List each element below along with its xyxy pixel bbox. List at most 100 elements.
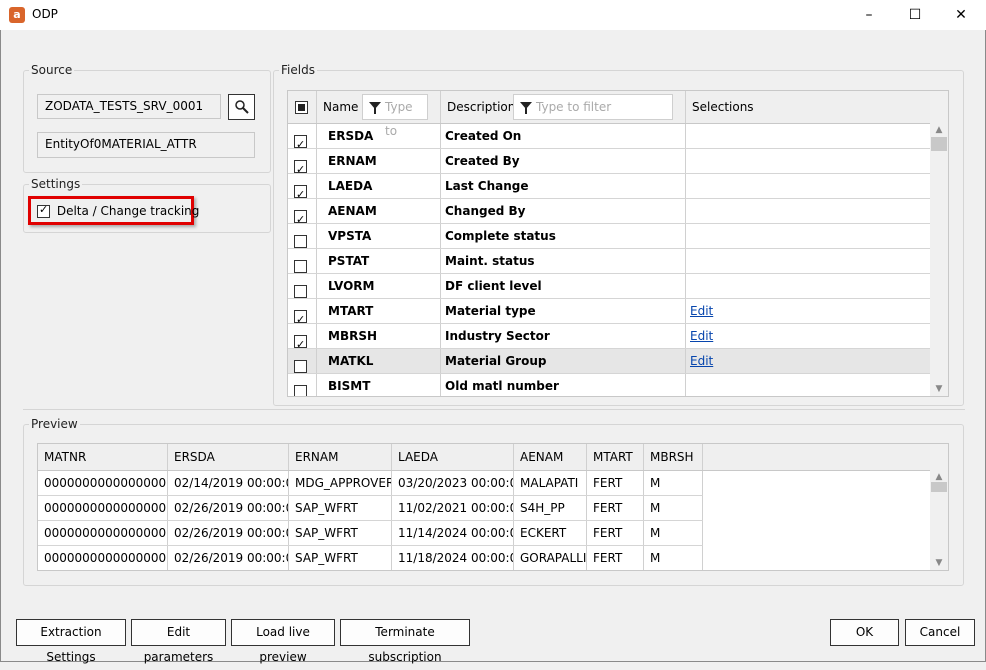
preview-cell: MDG_APPROVER	[289, 471, 392, 495]
field-description: Material Group	[441, 349, 686, 373]
preview-cell: 02/26/2019 00:00:00	[168, 546, 289, 570]
field-row[interactable]: MATKL Material Group Edit	[288, 349, 932, 374]
delta-tracking-checkbox[interactable]: Delta / Change tracking	[37, 203, 200, 218]
field-description: Changed By	[441, 199, 686, 223]
title-bar: a ODP – ☐ ✕	[0, 0, 986, 30]
maximize-button[interactable]: ☐	[892, 0, 938, 30]
field-description: Material type	[441, 299, 686, 323]
preview-column-header[interactable]: MBRSH	[644, 444, 703, 470]
terminate-subscription-button[interactable]: Terminate subscription	[340, 619, 470, 664]
name-filter-input[interactable]: Type to	[362, 94, 428, 138]
load-live-preview-button[interactable]: Load live preview	[231, 619, 335, 664]
field-name: VPSTA	[317, 224, 441, 248]
field-description: Last Change	[441, 174, 686, 198]
select-all-checkbox[interactable]	[288, 91, 317, 123]
preview-cell: 000000000000000022	[38, 521, 168, 545]
preview-cell: SAP_WFRT	[289, 496, 392, 520]
field-checkbox[interactable]	[288, 124, 317, 148]
field-row[interactable]: BISMT Old matl number	[288, 374, 932, 396]
preview-cell: 02/26/2019 00:00:00	[168, 496, 289, 520]
field-name: MBRSH	[317, 324, 441, 348]
field-checkbox[interactable]	[288, 149, 317, 173]
field-checkbox[interactable]	[288, 324, 317, 348]
field-description: Old matl number	[441, 374, 686, 396]
preview-cell: GORAPALLI	[514, 546, 587, 570]
checkbox-icon	[37, 203, 50, 218]
preview-column-header[interactable]: AENAM	[514, 444, 587, 470]
close-button[interactable]: ✕	[938, 0, 984, 30]
preview-grid: MATNR ERSDA ERNAM LAEDA AENAM MTART MBRSH 0000…	[37, 443, 949, 571]
field-row[interactable]: MTART Material type Edit	[288, 299, 932, 324]
preview-column-header[interactable]: ERNAM	[289, 444, 392, 470]
fields-grid: Name Type to Description Type to filter …	[287, 90, 949, 397]
edit-selection-link[interactable]: Edit	[690, 304, 713, 318]
field-checkbox[interactable]	[288, 349, 317, 373]
field-description: DF client level	[441, 274, 686, 298]
preview-cell: 11/14/2024 00:00:00	[392, 521, 514, 545]
preview-cell: M	[644, 521, 703, 545]
checkbox-icon	[294, 333, 307, 348]
field-name: LAEDA	[317, 174, 441, 198]
field-description: Created By	[441, 149, 686, 173]
edit-selection-link[interactable]: Edit	[690, 354, 713, 368]
field-row[interactable]: MBRSH Industry Sector Edit	[288, 324, 932, 349]
field-checkbox[interactable]	[288, 174, 317, 198]
field-checkbox[interactable]	[288, 224, 317, 248]
preview-cell: MALAPATI	[514, 471, 587, 495]
field-row[interactable]: AENAM Changed By	[288, 199, 932, 224]
preview-column-header[interactable]: ERSDA	[168, 444, 289, 470]
preview-cell: 02/14/2019 00:00:00	[168, 471, 289, 495]
cancel-button[interactable]: Cancel	[905, 619, 975, 646]
preview-cell: 000000000000000011	[38, 471, 168, 495]
checkbox-icon	[294, 308, 307, 323]
extraction-settings-button[interactable]: Extraction Settings	[16, 619, 126, 664]
field-row[interactable]: PSTAT Maint. status	[288, 249, 932, 274]
minimize-button[interactable]: –	[846, 0, 892, 30]
field-name: AENAM	[317, 199, 441, 223]
source-label: Source	[29, 63, 75, 77]
field-name: BISMT	[317, 374, 441, 396]
preview-column-header[interactable]: MTART	[587, 444, 644, 470]
preview-cell: 02/26/2019 00:00:00	[168, 521, 289, 545]
preview-column-header[interactable]: MATNR	[38, 444, 168, 470]
field-description: Maint. status	[441, 249, 686, 273]
field-row[interactable]: LVORM DF client level	[288, 274, 932, 299]
fields-header: Name Type to Description Type to filter …	[288, 91, 932, 138]
field-description: Complete status	[441, 224, 686, 248]
checkbox-icon	[294, 360, 307, 373]
field-description: Industry Sector	[441, 324, 686, 348]
preview-row: 000000000000000023 02/26/2019 00:00:00 SAP…	[38, 546, 703, 570]
fields-scrollbar[interactable]: ▲ ▼	[930, 91, 948, 396]
preview-cell: S4H_PP	[514, 496, 587, 520]
search-button[interactable]	[228, 94, 255, 120]
field-checkbox[interactable]	[288, 374, 317, 396]
field-row[interactable]: LAEDA Last Change	[288, 174, 932, 199]
separator	[23, 409, 965, 410]
preview-cell: ECKERT	[514, 521, 587, 545]
field-row[interactable]: VPSTA Complete status	[288, 224, 932, 249]
preview-cell: SAP_WFRT	[289, 521, 392, 545]
preview-column-header[interactable]: LAEDA	[392, 444, 514, 470]
edit-selection-link[interactable]: Edit	[690, 329, 713, 343]
service-field[interactable]: ZODATA_TESTS_SRV_0001	[37, 94, 221, 119]
ok-button[interactable]: OK	[830, 619, 899, 646]
preview-label: Preview	[29, 417, 80, 431]
field-checkbox[interactable]	[288, 274, 317, 298]
preview-cell: FERT	[587, 471, 644, 495]
delta-tracking-label: Delta / Change tracking	[56, 204, 200, 218]
preview-cell: FERT	[587, 521, 644, 545]
fields-label: Fields	[279, 63, 317, 77]
description-filter-input[interactable]: Type to filter	[513, 94, 673, 120]
field-checkbox[interactable]	[288, 299, 317, 323]
preview-cell: 11/18/2024 00:00:00	[392, 546, 514, 570]
preview-row: 000000000000000011 02/14/2019 00:00:00 MDG…	[38, 471, 703, 496]
preview-cell: 000000000000000021	[38, 496, 168, 520]
entity-field[interactable]: EntityOf0MATERIAL_ATTR	[37, 132, 255, 158]
edit-parameters-button[interactable]: Edit parameters	[131, 619, 226, 664]
preview-scrollbar[interactable]: ▲ ▼	[930, 444, 948, 570]
field-name: PSTAT	[317, 249, 441, 273]
field-checkbox[interactable]	[288, 199, 317, 223]
field-row[interactable]: ERSDA Created On	[288, 124, 932, 149]
field-checkbox[interactable]	[288, 249, 317, 273]
field-row[interactable]: ERNAM Created By	[288, 149, 932, 174]
